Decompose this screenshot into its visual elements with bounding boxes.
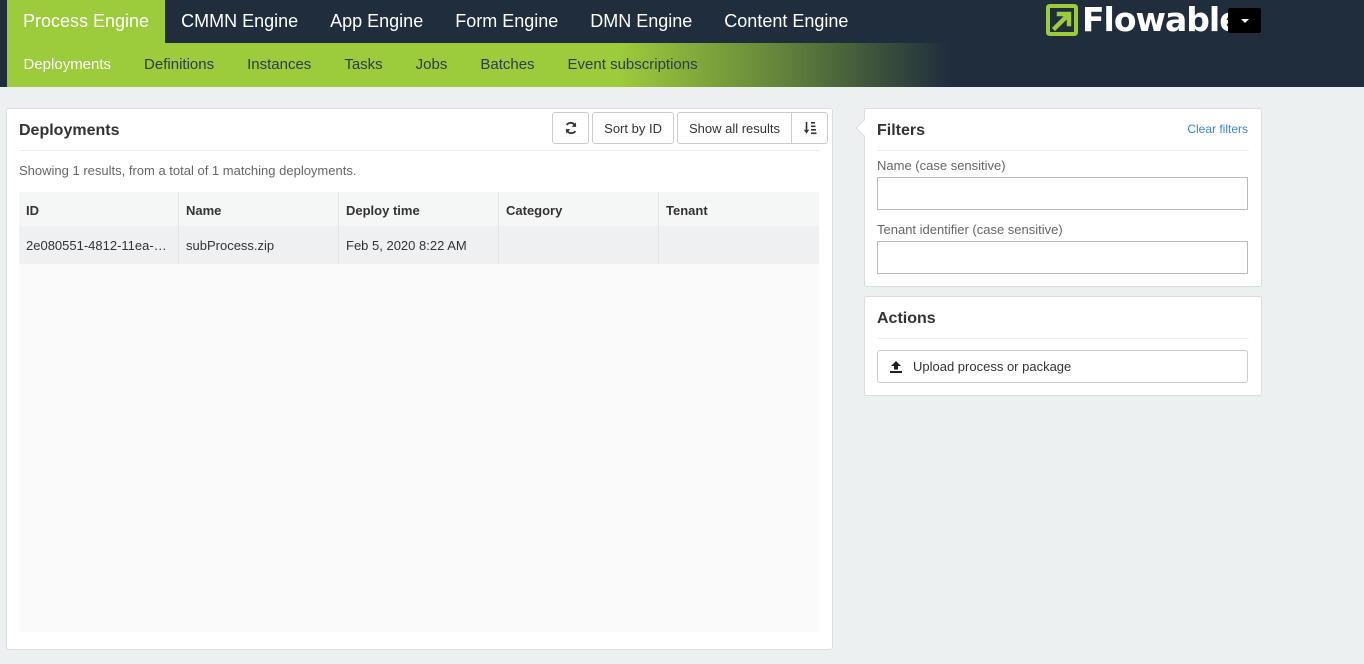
tenant-filter-input[interactable] [877, 241, 1248, 274]
cell-id: 2e080551-4812-11ea-… [19, 226, 179, 264]
list-toolbar: Sort by ID Show all results [552, 112, 828, 144]
tab-form-engine[interactable]: Form Engine [439, 0, 574, 43]
tab-tasks[interactable]: Tasks [328, 43, 399, 87]
cell-category [499, 226, 659, 264]
cell-deploy-time: Feb 5, 2020 8:22 AM [339, 226, 499, 264]
cell-tenant [659, 226, 819, 264]
flowable-logo-icon [1046, 4, 1078, 36]
deployments-panel: Deployments Sort by ID Show all results [6, 108, 833, 650]
sort-by-button[interactable]: Sort by ID [592, 112, 674, 144]
clear-filters-link[interactable]: Clear filters [1187, 122, 1248, 136]
top-navbar: Process Engine CMMN Engine App Engine Fo… [0, 0, 1364, 43]
column-header-deploy-time[interactable]: Deploy time [339, 192, 499, 226]
actions-panel: Actions Upload process or package [864, 296, 1262, 396]
grid-header: ID Name Deploy time Category Tenant [19, 192, 819, 226]
sort-ascending-icon [803, 122, 816, 135]
flowable-logo: Flowable [1045, 3, 1228, 37]
tab-content-engine[interactable]: Content Engine [708, 0, 864, 43]
tab-definitions[interactable]: Definitions [128, 43, 231, 87]
cell-name: subProcess.zip [179, 226, 339, 264]
show-all-results-button[interactable]: Show all results [676, 112, 792, 144]
name-filter-label: Name (case sensitive) [877, 158, 1006, 173]
filters-panel: Filters Clear filters Name (case sensiti… [855, 108, 1262, 287]
upload-icon [890, 360, 902, 373]
tenant-filter-label: Tenant identifier (case sensitive) [877, 222, 1063, 237]
user-menu-toggle[interactable] [1228, 8, 1261, 33]
results-summary: Showing 1 results, from a total of 1 mat… [19, 163, 357, 178]
sub-navbar: Deployments Definitions Instances Tasks … [0, 43, 1364, 87]
name-filter-input[interactable] [877, 177, 1248, 210]
tab-batches[interactable]: Batches [464, 43, 551, 87]
engine-tabs: Process Engine CMMN Engine App Engine Fo… [7, 0, 864, 43]
tab-event-subscriptions[interactable]: Event subscriptions [551, 43, 714, 87]
refresh-button[interactable] [552, 112, 590, 144]
sort-order-button[interactable] [792, 112, 828, 144]
upload-button-label: Upload process or package [913, 359, 1072, 374]
flowable-logo-text: Flowable [1082, 3, 1228, 37]
table-row[interactable]: 2e080551-4812-11ea-… subProcess.zip Feb … [19, 226, 819, 264]
refresh-icon [565, 121, 577, 135]
tab-app-engine[interactable]: App Engine [314, 0, 439, 43]
upload-process-button[interactable]: Upload process or package [877, 350, 1248, 383]
column-header-tenant[interactable]: Tenant [659, 192, 819, 226]
actions-title: Actions [877, 310, 936, 327]
tab-process-engine[interactable]: Process Engine [7, 0, 166, 43]
results-button-group: Show all results [676, 112, 828, 144]
panel-title: Deployments [19, 122, 120, 139]
tab-instances[interactable]: Instances [231, 43, 328, 87]
column-header-category[interactable]: Category [499, 192, 659, 226]
tab-cmmn-engine[interactable]: CMMN Engine [165, 0, 314, 43]
caret-down-icon [1240, 18, 1249, 23]
tab-dmn-engine[interactable]: DMN Engine [574, 0, 708, 43]
column-header-id[interactable]: ID [19, 192, 179, 226]
filters-title: Filters [877, 122, 926, 139]
column-header-name[interactable]: Name [179, 192, 339, 226]
sub-tabs: Deployments Definitions Instances Tasks … [7, 43, 714, 87]
deployments-grid: ID Name Deploy time Category Tenant 2e08… [19, 192, 819, 632]
tab-deployments[interactable]: Deployments [7, 43, 128, 87]
tab-jobs[interactable]: Jobs [399, 43, 464, 87]
